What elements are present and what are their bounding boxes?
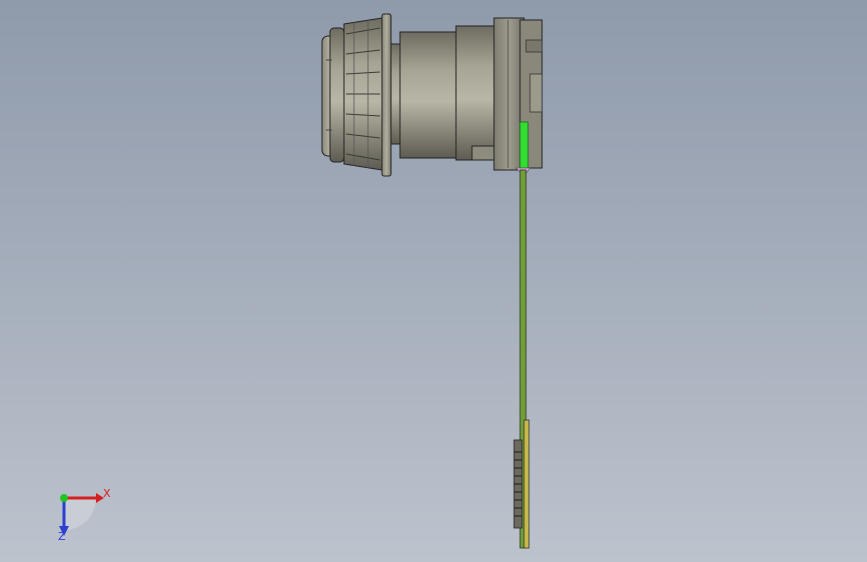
cad-model-view[interactable] [0,0,867,562]
y-axis-dot [60,494,68,502]
z-axis-label: Z [58,530,66,543]
connector-barrel[interactable] [399,25,497,161]
x-axis-label: X [103,487,111,500]
coupling-nut[interactable] [343,17,383,171]
connector-front-cap[interactable] [321,27,345,163]
rear-housing[interactable] [493,17,543,171]
edge-connector[interactable] [513,439,523,529]
graphics-viewport[interactable]: X Z [0,0,867,562]
flange[interactable] [381,13,392,177]
